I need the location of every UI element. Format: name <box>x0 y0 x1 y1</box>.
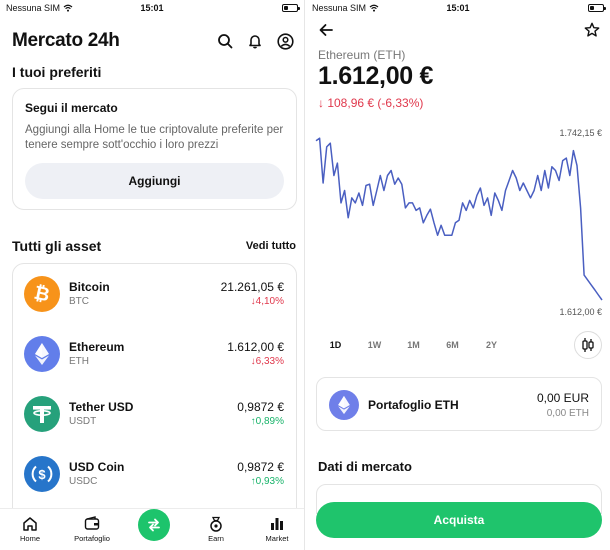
tab-market[interactable]: Market <box>251 515 303 543</box>
status-bar: Nessuna SIM 15:01 <box>0 0 304 16</box>
profile-icon[interactable] <box>276 32 294 50</box>
asset-row-tether[interactable]: Tether USD USDT 0,9872 € ↑0,89% <box>13 384 296 444</box>
swap-icon <box>148 518 160 532</box>
candlestick-toggle-button[interactable] <box>574 331 602 359</box>
range-tab-1d[interactable]: 1D <box>316 336 355 356</box>
home-screen: Nessuna SIM 15:01 Mercato 24h I tuoi pre… <box>0 0 305 550</box>
coin-name: Ethereum (ETH) <box>318 48 406 62</box>
favorites-heading: I tuoi preferiti <box>12 64 102 80</box>
asset-row-ethereum[interactable]: Ethereum ETH 1.612,00 € ↓6,33% <box>13 324 296 384</box>
bar-chart-icon <box>251 515 303 532</box>
range-tab-1w[interactable]: 1W <box>355 336 394 356</box>
back-arrow-icon[interactable] <box>318 22 334 38</box>
tab-label: Market <box>265 534 289 543</box>
asset-name: Ethereum <box>69 340 125 354</box>
range-tab-6m[interactable]: 6M <box>433 336 472 356</box>
favorites-card-title: Segui il mercato <box>25 101 118 115</box>
usdc-icon: $ <box>24 456 60 492</box>
eth-wallet-card[interactable]: Portafoglio ETH 0,00 EUR 0,00 ETH <box>316 377 602 431</box>
ethereum-icon <box>329 390 359 420</box>
search-icon[interactable] <box>216 32 234 50</box>
bell-icon[interactable] <box>246 32 264 50</box>
status-bar: Nessuna SIM 15:01 <box>306 0 610 16</box>
asset-row-bitcoin[interactable]: ₿ Bitcoin BTC 21.261,05 € ↓4,10% <box>13 264 296 324</box>
battery-icon <box>282 4 300 12</box>
asset-change: ↑0,93% <box>250 476 284 487</box>
coin-price: 1.612,00 € <box>318 62 434 90</box>
asset-symbol: USDT <box>69 416 97 427</box>
asset-symbol: USDC <box>69 476 98 487</box>
tab-label: Earn <box>208 534 224 543</box>
tab-label: Portafoglio <box>74 534 110 543</box>
asset-change: ↓6,33% <box>250 356 284 367</box>
tether-icon <box>24 396 60 432</box>
price-line-series <box>315 137 603 301</box>
candlestick-icon <box>582 338 594 352</box>
favorites-card: Segui il mercato Aggiungi alla Home le t… <box>12 88 297 210</box>
tab-earn[interactable]: Earn <box>190 515 242 543</box>
asset-price: 21.261,05 € <box>220 280 284 294</box>
range-tab-2y[interactable]: 2Y <box>472 336 511 356</box>
status-time: 15:01 <box>140 3 164 13</box>
wallet-icon <box>66 515 118 532</box>
wallet-fiat-value: 0,00 EUR <box>536 391 589 405</box>
chart-min-label: 1.612,00 € <box>559 307 602 317</box>
page-title: Mercato 24h <box>12 30 120 51</box>
star-icon[interactable] <box>584 22 600 38</box>
ethereum-icon <box>24 336 60 372</box>
wallet-name: Portafoglio ETH <box>368 398 459 412</box>
price-chart[interactable] <box>306 120 610 320</box>
asset-price: 1.612,00 € <box>227 340 284 354</box>
asset-price: 0,9872 € <box>237 460 284 474</box>
coin-detail-screen: Nessuna SIM 15:01 Ethereum (ETH) 1.612,0… <box>306 0 610 550</box>
asset-name: Tether USD <box>69 400 134 414</box>
home-icon <box>4 515 56 532</box>
coin-price-change: ↓ 108,96 € (-6,33%) <box>318 96 424 110</box>
home-header: Mercato 24h <box>12 28 294 54</box>
range-tabs: 1D 1W 1M 6M 2Y <box>316 336 511 356</box>
see-all-link[interactable]: Vedi tutto <box>246 240 296 252</box>
assets-list: ₿ Bitcoin BTC 21.261,05 € ↓4,10% Ethereu… <box>12 263 297 523</box>
bitcoin-icon: ₿ <box>24 276 60 312</box>
tab-home[interactable]: Home <box>4 515 56 543</box>
battery-icon <box>588 4 606 12</box>
asset-change: ↑0,89% <box>250 416 284 427</box>
all-assets-heading: Tutti gli asset <box>12 238 102 254</box>
market-data-heading: Dati di mercato <box>318 459 412 474</box>
chart-max-label: 1.742,15 € <box>559 128 602 138</box>
bottom-tab-bar: Home Portafoglio Earn Market <box>0 508 304 550</box>
asset-price: 0,9872 € <box>237 400 284 414</box>
status-time: 15:01 <box>446 3 470 13</box>
carrier-label: Nessuna SIM <box>6 3 73 13</box>
asset-name: USD Coin <box>69 460 125 474</box>
buy-button[interactable]: Acquista <box>316 502 602 538</box>
asset-row-usdc[interactable]: $ USD Coin USDC 0,9872 € ↑0,93% <box>13 444 296 504</box>
wifi-icon <box>63 4 73 12</box>
range-tab-1m[interactable]: 1M <box>394 336 433 356</box>
tab-label: Home <box>19 534 40 543</box>
asset-symbol: BTC <box>69 296 89 307</box>
svg-text:$: $ <box>38 467 46 482</box>
earn-icon <box>190 515 242 532</box>
tab-portfolio[interactable]: Portafoglio <box>66 515 118 543</box>
wifi-icon <box>369 4 379 12</box>
add-favorites-button[interactable]: Aggiungi <box>25 163 284 199</box>
favorites-card-description: Aggiungi alla Home le tue criptovalute p… <box>25 124 284 151</box>
asset-symbol: ETH <box>69 356 89 367</box>
carrier-label: Nessuna SIM <box>312 3 379 13</box>
asset-name: Bitcoin <box>69 280 110 294</box>
asset-change: ↓4,10% <box>250 296 284 307</box>
wallet-crypto-amount: 0,00 ETH <box>546 408 589 419</box>
swap-button[interactable] <box>138 509 170 541</box>
